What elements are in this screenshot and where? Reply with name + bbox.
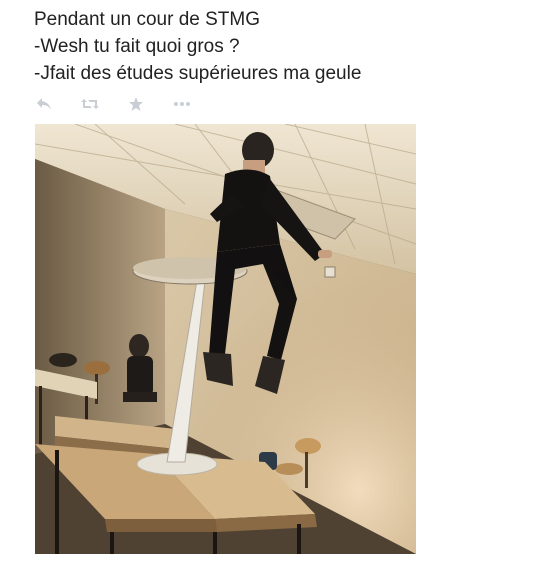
favorite-button[interactable] bbox=[126, 94, 146, 114]
tweet-actions bbox=[34, 94, 218, 114]
tweet-line-3: -Jfait des études supérieures ma geule bbox=[34, 63, 362, 84]
tweet-line-2: -Wesh tu fait quoi gros ? bbox=[34, 36, 240, 57]
classroom-photo bbox=[35, 124, 416, 554]
tweet-line-1: Pendant un cour de STMG bbox=[34, 9, 261, 30]
retweet-icon bbox=[81, 99, 99, 109]
reply-button[interactable] bbox=[34, 94, 54, 114]
retweet-button[interactable] bbox=[80, 94, 100, 114]
more-icon bbox=[174, 102, 190, 106]
reply-icon bbox=[37, 98, 51, 110]
more-button[interactable] bbox=[172, 94, 192, 114]
tweet-text: Pendant un cour de STMG -Wesh tu fait qu… bbox=[34, 6, 534, 87]
favorite-icon bbox=[129, 97, 143, 111]
tweet-photo[interactable] bbox=[35, 124, 416, 554]
